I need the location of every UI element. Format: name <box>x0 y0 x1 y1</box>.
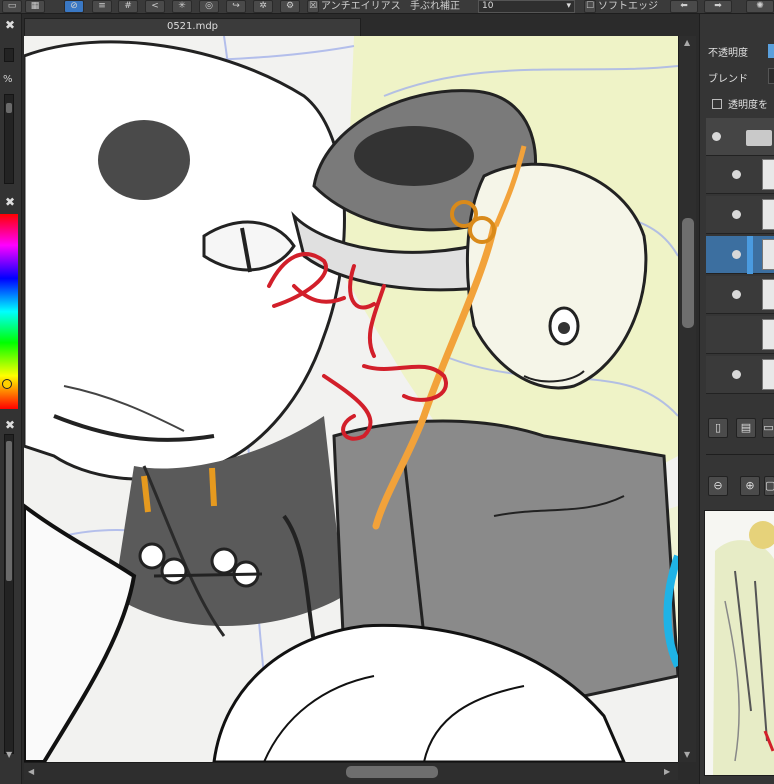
scroll-left-icon[interactable]: ◀ <box>28 767 34 776</box>
layer-row[interactable] <box>706 316 774 354</box>
divider <box>706 454 774 455</box>
antialias-checkbox[interactable]: ☒ <box>307 0 319 13</box>
layer-thumbnail <box>762 279 774 310</box>
eye-icon[interactable] <box>732 370 741 379</box>
radial-snap-icon[interactable]: ✳ <box>172 0 192 13</box>
brightness-icon[interactable]: ✺ <box>746 0 774 13</box>
perspective-snap-icon[interactable]: < <box>145 0 165 13</box>
close-icon[interactable]: ✖ <box>2 195 18 209</box>
navigator-preview[interactable] <box>704 510 774 776</box>
scroll-thumb[interactable] <box>6 441 12 581</box>
zoom-out-icon[interactable]: ⊖ <box>708 476 728 496</box>
scroll-thumb[interactable] <box>6 103 12 113</box>
grid-layout-icon[interactable]: ▦ <box>25 0 45 13</box>
left-panel: ✖ % ✖ ✖ ▼ <box>0 14 22 784</box>
layer-thumbnail <box>762 159 774 190</box>
soft-edge-checkbox[interactable]: ☐ <box>584 0 596 13</box>
layer-thumbnail <box>762 359 774 390</box>
layer-folder-row[interactable] <box>706 118 774 156</box>
layer-row-selected[interactable] <box>706 236 774 274</box>
zoom-in-icon[interactable]: ⊕ <box>740 476 760 496</box>
eye-icon[interactable] <box>712 132 721 141</box>
protect-alpha-row: 透明度を <box>712 96 768 111</box>
fit-icon[interactable]: ▢ <box>764 476 774 496</box>
horizontal-scroll-thumb[interactable] <box>346 766 438 778</box>
no-snap-icon[interactable]: ⊘ <box>64 0 84 13</box>
scroll-down-icon[interactable]: ▼ <box>684 750 690 759</box>
curve-snap-icon[interactable]: ↪ <box>226 0 246 13</box>
panel-scrollbar[interactable] <box>4 434 14 754</box>
eye-icon[interactable] <box>732 250 741 259</box>
artwork-illustration <box>24 36 678 762</box>
new-halftone-layer-icon[interactable]: ▤ <box>736 418 756 438</box>
scroll-right-icon[interactable]: ▶ <box>664 767 670 776</box>
blend-select[interactable] <box>768 68 774 84</box>
new-folder-icon[interactable]: ▭ <box>762 418 774 438</box>
stabilizer-label: 手ぶれ補正 <box>410 1 460 12</box>
opacity-slider[interactable] <box>768 44 774 58</box>
percent-label: % <box>3 74 13 85</box>
layer-thumbnail <box>762 239 774 270</box>
layer-row[interactable] <box>706 276 774 314</box>
protect-alpha-checkbox[interactable] <box>712 99 722 109</box>
new-layer-icon[interactable]: ▯ <box>708 418 728 438</box>
horizontal-scrollbar[interactable]: ◀ ▶ <box>24 762 678 780</box>
eye-icon[interactable] <box>732 210 741 219</box>
vertical-scroll-thumb[interactable] <box>682 218 694 328</box>
document-tab[interactable]: 0521.mdp <box>24 18 361 36</box>
stabilizer-select[interactable]: 10 ▾ <box>478 0 575 13</box>
hue-marker[interactable] <box>2 379 12 389</box>
eye-icon[interactable] <box>732 290 741 299</box>
grid-snap-icon[interactable]: # <box>118 0 138 13</box>
parallel-snap-icon[interactable]: ≡ <box>92 0 112 13</box>
close-icon[interactable]: ✖ <box>2 418 18 432</box>
concentric-snap-icon[interactable]: ◎ <box>199 0 219 13</box>
layer-panel: 不透明度 ブレンド 透明度を ▯ ▤ ▭ ⊖ ⊕ ▢ <box>699 14 774 784</box>
settings-snap-icon[interactable]: ✲ <box>253 0 273 13</box>
selected-indicator <box>747 236 753 274</box>
eye-icon[interactable] <box>732 170 741 179</box>
vertical-scrollbar[interactable]: ▲ ▼ <box>678 36 696 762</box>
scroll-up-icon[interactable]: ▲ <box>684 38 690 47</box>
drawing-canvas[interactable] <box>24 36 678 762</box>
undo-icon[interactable]: ⬅ <box>670 0 698 13</box>
top-toolbar: ▭ ▦ ⊘ ≡ # < ✳ ◎ ↪ ✲ ⚙ ☒ アンチエイリアス 手ぶれ補正 1… <box>0 0 774 14</box>
blend-label: ブレンド <box>708 74 748 85</box>
brush-size-field[interactable] <box>4 48 14 62</box>
protect-alpha-label: 透明度を <box>728 100 768 111</box>
layer-row[interactable] <box>706 156 774 194</box>
gear-icon[interactable]: ⚙ <box>280 0 300 13</box>
layer-thumbnail <box>762 319 774 350</box>
layer-row[interactable] <box>706 196 774 234</box>
soft-edge-label: ソフトエッジ <box>598 1 658 12</box>
scroll-down-icon[interactable]: ▼ <box>6 750 12 759</box>
redo-icon[interactable]: ➡ <box>704 0 732 13</box>
close-icon[interactable]: ✖ <box>2 18 18 32</box>
opacity-label: 不透明度 <box>708 48 748 59</box>
layer-row[interactable] <box>706 356 774 394</box>
folder-icon <box>746 130 772 146</box>
antialias-label: アンチエイリアス <box>321 1 401 12</box>
layer-thumbnail <box>762 199 774 230</box>
panel-scrollbar[interactable] <box>4 94 14 184</box>
canvas-menu-icon[interactable]: ▭ <box>2 0 22 13</box>
navigator-thumbnail <box>705 511 774 775</box>
